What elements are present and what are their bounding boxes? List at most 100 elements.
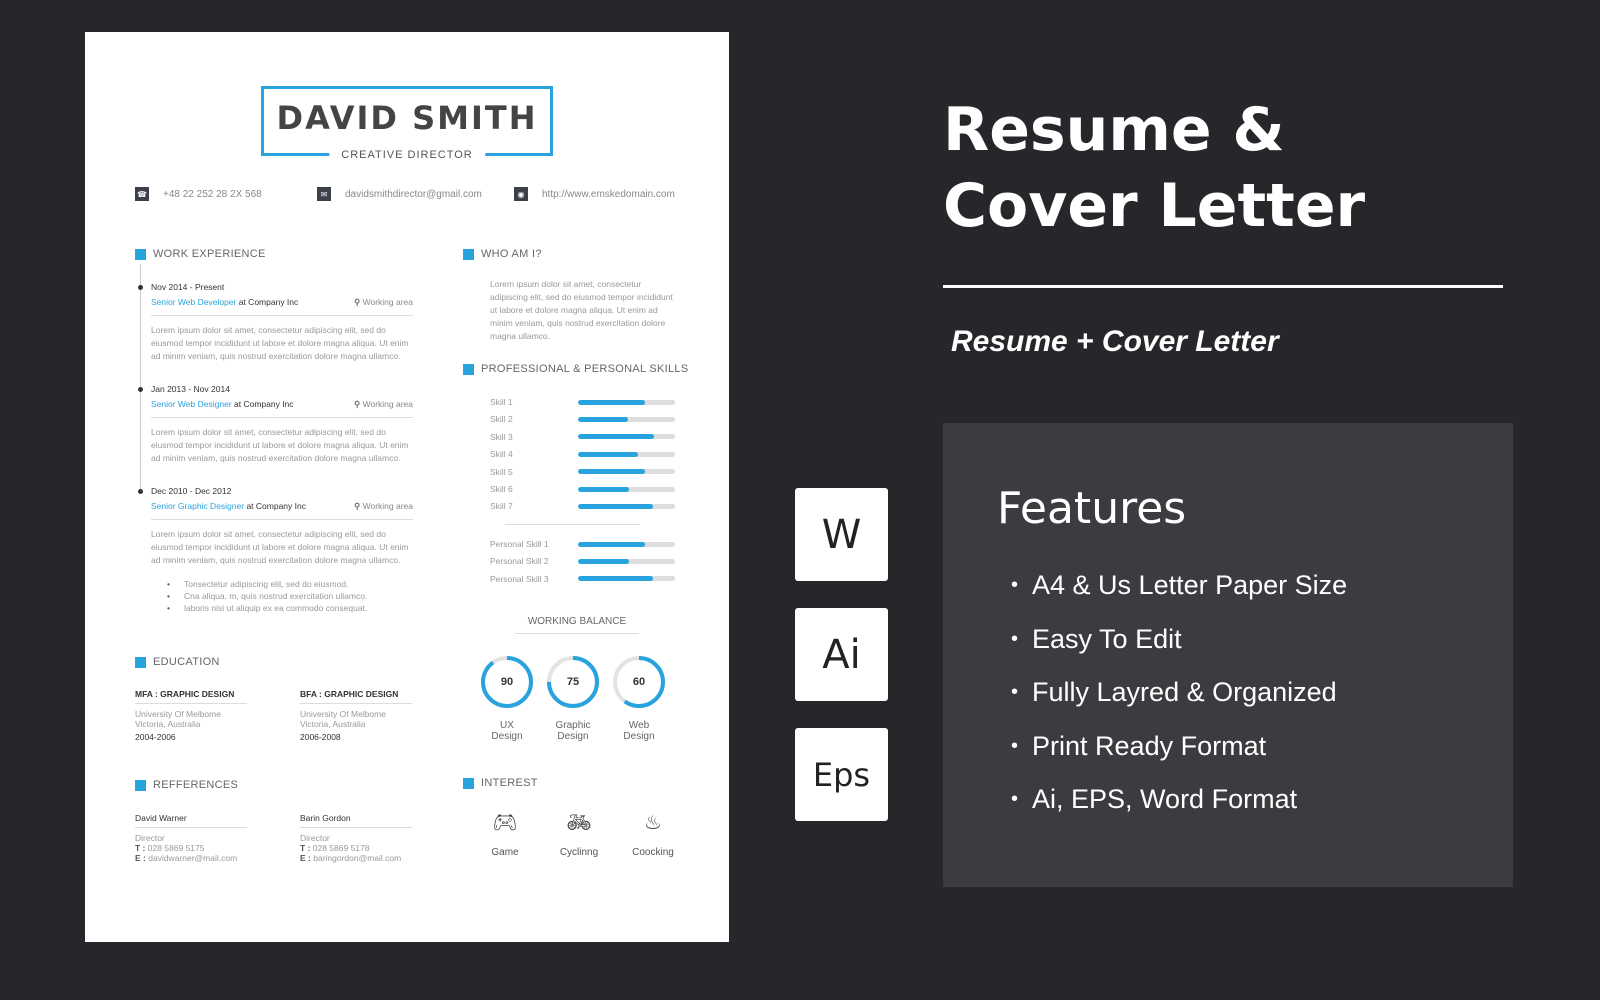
skill-bar [578,399,675,405]
resume-name: DAVID SMITH [276,99,538,137]
skill-label: Skill 5 [490,466,513,477]
interest-game: 🎮︎ Game [475,810,535,858]
job-date: Jan 2013 - Nov 2014 [151,384,230,394]
degree: MFA : GRAPHIC DESIGN [135,689,247,704]
divider [151,315,413,316]
skill-bar-fill [578,576,653,582]
ref-email: baringordon@mail.com [310,853,402,863]
contact-text: davidsmithdirector@gmail.com [345,188,482,200]
skill-label: Personal Skill 3 [490,573,549,584]
skill-row: Skill 4 [490,449,675,459]
ref-email: davidwarner@mail.com [145,853,238,863]
divider [151,519,413,520]
place: Victoria, Australia [135,719,201,729]
section-interest: INTEREST [463,777,538,789]
skill-label: Skill 2 [490,414,513,425]
job-date: Nov 2014 - Present [151,282,225,292]
skill-row: Skill 3 [490,432,675,442]
ring-label: Design [557,731,589,742]
ref-phone: 028 5869 5178 [310,843,370,853]
title-line: Cover Letter [943,171,1366,241]
feature-item: A4 & Us Letter Paper Size [1011,570,1347,624]
skill-bar-fill [578,451,639,457]
section-title: PROFESSIONAL & PERSONAL SKILLS [481,363,689,375]
location-icon: ⚲ [353,297,361,307]
job-description: Lorem ipsum dolor sit amet, consectetur … [151,529,409,565]
divider [151,417,413,418]
degree: BFA : GRAPHIC DESIGN [300,689,412,704]
ref-phone: 028 5869 5175 [145,843,205,853]
section-who: WHO AM I? [463,248,542,260]
contact-web: ◉ http://www.emskedomain.com [514,187,675,201]
timeline-dot [138,489,143,494]
skill-row: Skill 5 [490,467,675,477]
skill-row: Skill 6 [490,484,675,494]
skill-label: Skill 6 [490,484,513,494]
section-title: WHO AM I? [481,248,542,260]
ref-name: Barin Gordon [300,813,412,828]
phone-label: T : [135,843,146,853]
divider [943,285,1503,288]
name-box: DAVID SMITH CREATIVE DIRECTOR [261,86,553,161]
phone-label: T : [300,843,311,853]
timeline-dot [138,387,143,392]
bullet-list: Tonsectetur adipiscing elit, sed do eius… [184,578,367,614]
education-item: BFA : GRAPHIC DESIGN University Of Melbom… [300,689,412,742]
skill-label: Skill 3 [490,431,513,442]
who-text: Lorem ipsum dolor sit amet, consectetur … [490,279,673,341]
skill-bar [578,486,675,492]
ref-name: David Warner [135,813,247,828]
place: Victoria, Australia [300,719,366,729]
bullet-item: laboris nisi ut aliquip ex ea commodo co… [184,602,367,614]
promo-title: Resume & Cover Letter [943,92,1365,244]
phone-icon: ☎ [135,187,149,201]
features-title: Features [997,483,1187,534]
skill-label: Skill 4 [490,449,513,460]
balance-ring: 60 Web Design [612,655,666,742]
square-icon [463,363,474,375]
skill-label: Skill 7 [490,501,513,512]
job-company: at Company Inc [231,399,294,409]
reference-item: David Warner Director T : 028 5869 5175 E :… [135,813,247,863]
gamepad-icon: 🎮︎ [492,812,518,834]
section-education: EDUCATION [135,656,220,668]
school: University Of Melbome [135,709,221,719]
skill-row: Personal Skill 3 [490,574,675,584]
section-references: REFFERENCES [135,779,238,791]
job-date: Dec 2010 - Dec 2012 [151,486,232,496]
skill-row: Skill 7 [490,501,675,511]
section-title: EDUCATION [153,656,220,668]
job-description: Lorem ipsum dolor sit amet, consectetur … [151,427,409,463]
ai-format-badge: Ai [795,608,888,701]
chef-hat-icon: ♨ [644,812,662,834]
interest-cycling: 🚲︎ Cyclinng [549,810,609,858]
years: 2004-2006 [135,732,176,742]
skill-label: Personal Skill 2 [490,556,549,567]
section-title: REFFERENCES [153,779,239,791]
contact-email: ✉ davidsmithdirector@gmail.com [317,187,482,201]
ring-label: Design [491,731,523,742]
skill-bar-fill [578,503,653,509]
section-title: WORK EXPERIENCE [153,248,266,260]
job-area: Working area [362,399,413,409]
feature-item: Ai, EPS, Word Format [1011,784,1347,838]
skill-label: Skill 1 [490,397,513,407]
eps-format-badge: Eps [795,728,888,821]
word-format-badge: W [795,488,888,581]
bicycle-icon: 🚲︎ [566,812,592,834]
promo-subtitle: Resume + Cover Letter [951,325,1279,358]
location-icon: ⚲ [353,399,361,409]
square-icon [463,248,474,260]
feature-item: Print Ready Format [1011,731,1347,785]
job-company: at Company Inc [244,501,306,511]
ring-value: 90 [500,676,514,688]
square-icon [135,248,146,260]
ring-label: Design [623,731,655,742]
skill-row: Personal Skill 1 [490,539,675,549]
feature-item: Fully Layred & Organized [1011,677,1347,731]
contact-text: http://www.emskedomain.com [542,188,675,200]
job-entry: Nov 2014 - Present Senior Web Developer … [151,282,413,363]
resume-preview: DAVID SMITH CREATIVE DIRECTOR ☎ +48 22 25… [85,32,729,942]
globe-icon: ◉ [514,187,528,201]
skill-label: Personal Skill 1 [490,539,549,549]
